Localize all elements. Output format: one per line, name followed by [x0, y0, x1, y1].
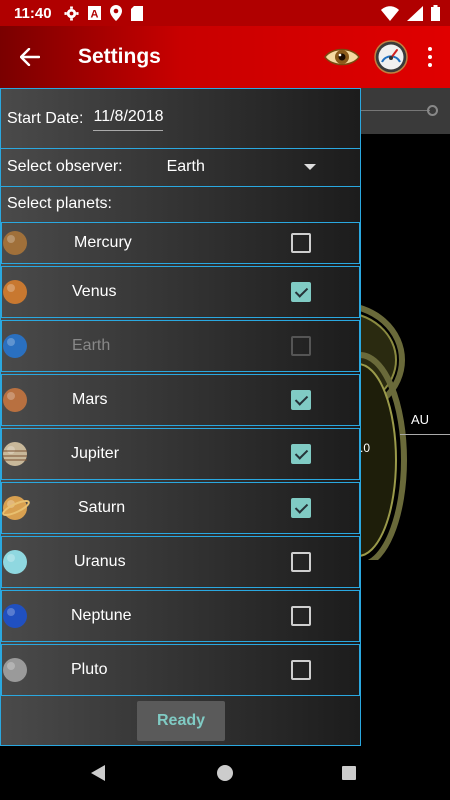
saturn-planet-icon: [2, 496, 30, 520]
earth-planet-icon: [3, 334, 27, 358]
planet-name: Mercury: [74, 234, 132, 251]
planet-list: Mercury Venus Earth Mars Jupiter Saturn Uranus…: [1, 222, 360, 698]
sd-card-icon: [130, 5, 143, 21]
slider-knob: [427, 105, 438, 116]
mars-checkbox[interactable]: [291, 390, 311, 410]
planet-row-earth[interactable]: Earth: [1, 320, 360, 372]
planet-row-saturn[interactable]: Saturn: [1, 482, 360, 534]
page-title: Settings: [78, 45, 161, 68]
arrow-back-icon: [20, 48, 40, 66]
venus-checkbox[interactable]: [291, 282, 311, 302]
font-icon-letter: A: [90, 9, 98, 21]
settings-dialog: Start Date: 11/8/2018 Select observer: E…: [0, 88, 361, 746]
battery-icon: [431, 5, 440, 21]
ready-button[interactable]: Ready: [137, 701, 225, 741]
axis-line: [400, 434, 450, 435]
start-date-field[interactable]: 11/8/2018: [93, 106, 164, 131]
neptune-checkbox[interactable]: [291, 606, 311, 626]
navigation-bar: [0, 746, 450, 800]
pluto-checkbox[interactable]: [291, 660, 311, 680]
observer-row: Select observer: Earth: [1, 148, 360, 187]
planet-name: Neptune: [71, 607, 132, 624]
nav-recents-icon[interactable]: [342, 766, 356, 780]
saturn-checkbox[interactable]: [291, 498, 311, 518]
start-date-label: Start Date:: [7, 109, 84, 127]
more-button[interactable]: [422, 45, 438, 69]
mars-planet-icon: [3, 388, 27, 412]
gear-icon: [64, 5, 79, 21]
status-time: 11:40: [14, 4, 52, 22]
planet-name: Mars: [72, 391, 108, 408]
location-icon: [109, 5, 122, 21]
planet-name: Uranus: [74, 553, 126, 570]
app-bar: Settings: [0, 26, 450, 88]
jupiter-checkbox[interactable]: [291, 444, 311, 464]
background-slider: [360, 88, 450, 134]
venus-planet-icon: [3, 280, 27, 304]
eye-button[interactable]: [324, 44, 360, 70]
earth-checkbox: [291, 336, 311, 356]
jupiter-planet-icon: [3, 442, 27, 466]
uranus-checkbox[interactable]: [291, 552, 311, 572]
font-icon: A: [87, 6, 101, 21]
planet-name: Pluto: [71, 661, 108, 678]
planet-row-mercury[interactable]: Mercury: [1, 222, 360, 264]
planet-row-neptune[interactable]: Neptune: [1, 590, 360, 642]
observer-select[interactable]: Earth: [167, 158, 205, 176]
uranus-planet-icon: [3, 550, 27, 574]
pluto-planet-icon: [3, 658, 27, 682]
planet-row-pluto[interactable]: Pluto: [1, 644, 360, 696]
slider-track: [360, 110, 430, 111]
status-bar: 11:40 A: [0, 0, 450, 26]
wifi-icon: [381, 5, 399, 21]
gauge-icon: [374, 40, 408, 74]
planet-name: Saturn: [78, 499, 126, 516]
gauge-button[interactable]: [374, 40, 408, 74]
signal-icon: [407, 5, 423, 21]
planets-label: Select planets:: [7, 195, 112, 212]
planet-name: Venus: [72, 283, 117, 300]
planet-row-jupiter[interactable]: Jupiter: [1, 428, 360, 480]
nav-home-icon[interactable]: [217, 765, 233, 781]
planet-row-mars[interactable]: Mars: [1, 374, 360, 426]
planet-name: Jupiter: [71, 445, 120, 462]
nav-back-icon[interactable]: [91, 765, 105, 781]
au-label: AU: [411, 412, 430, 427]
mercury-checkbox[interactable]: [291, 233, 311, 253]
back-button[interactable]: [0, 26, 60, 88]
mercury-planet-icon: [3, 231, 27, 255]
planet-row-venus[interactable]: Venus: [1, 266, 360, 318]
start-date-row: Start Date: 11/8/2018: [1, 89, 360, 149]
planet-name: Earth: [72, 337, 111, 354]
more-vert-icon: [428, 47, 432, 67]
scale-label: .0: [360, 441, 371, 455]
planet-row-uranus[interactable]: Uranus: [1, 536, 360, 588]
eye-icon: [324, 48, 360, 66]
neptune-planet-icon: [3, 604, 27, 628]
dropdown-arrow-icon[interactable]: [304, 164, 316, 170]
observer-label: Select observer:: [7, 158, 123, 175]
